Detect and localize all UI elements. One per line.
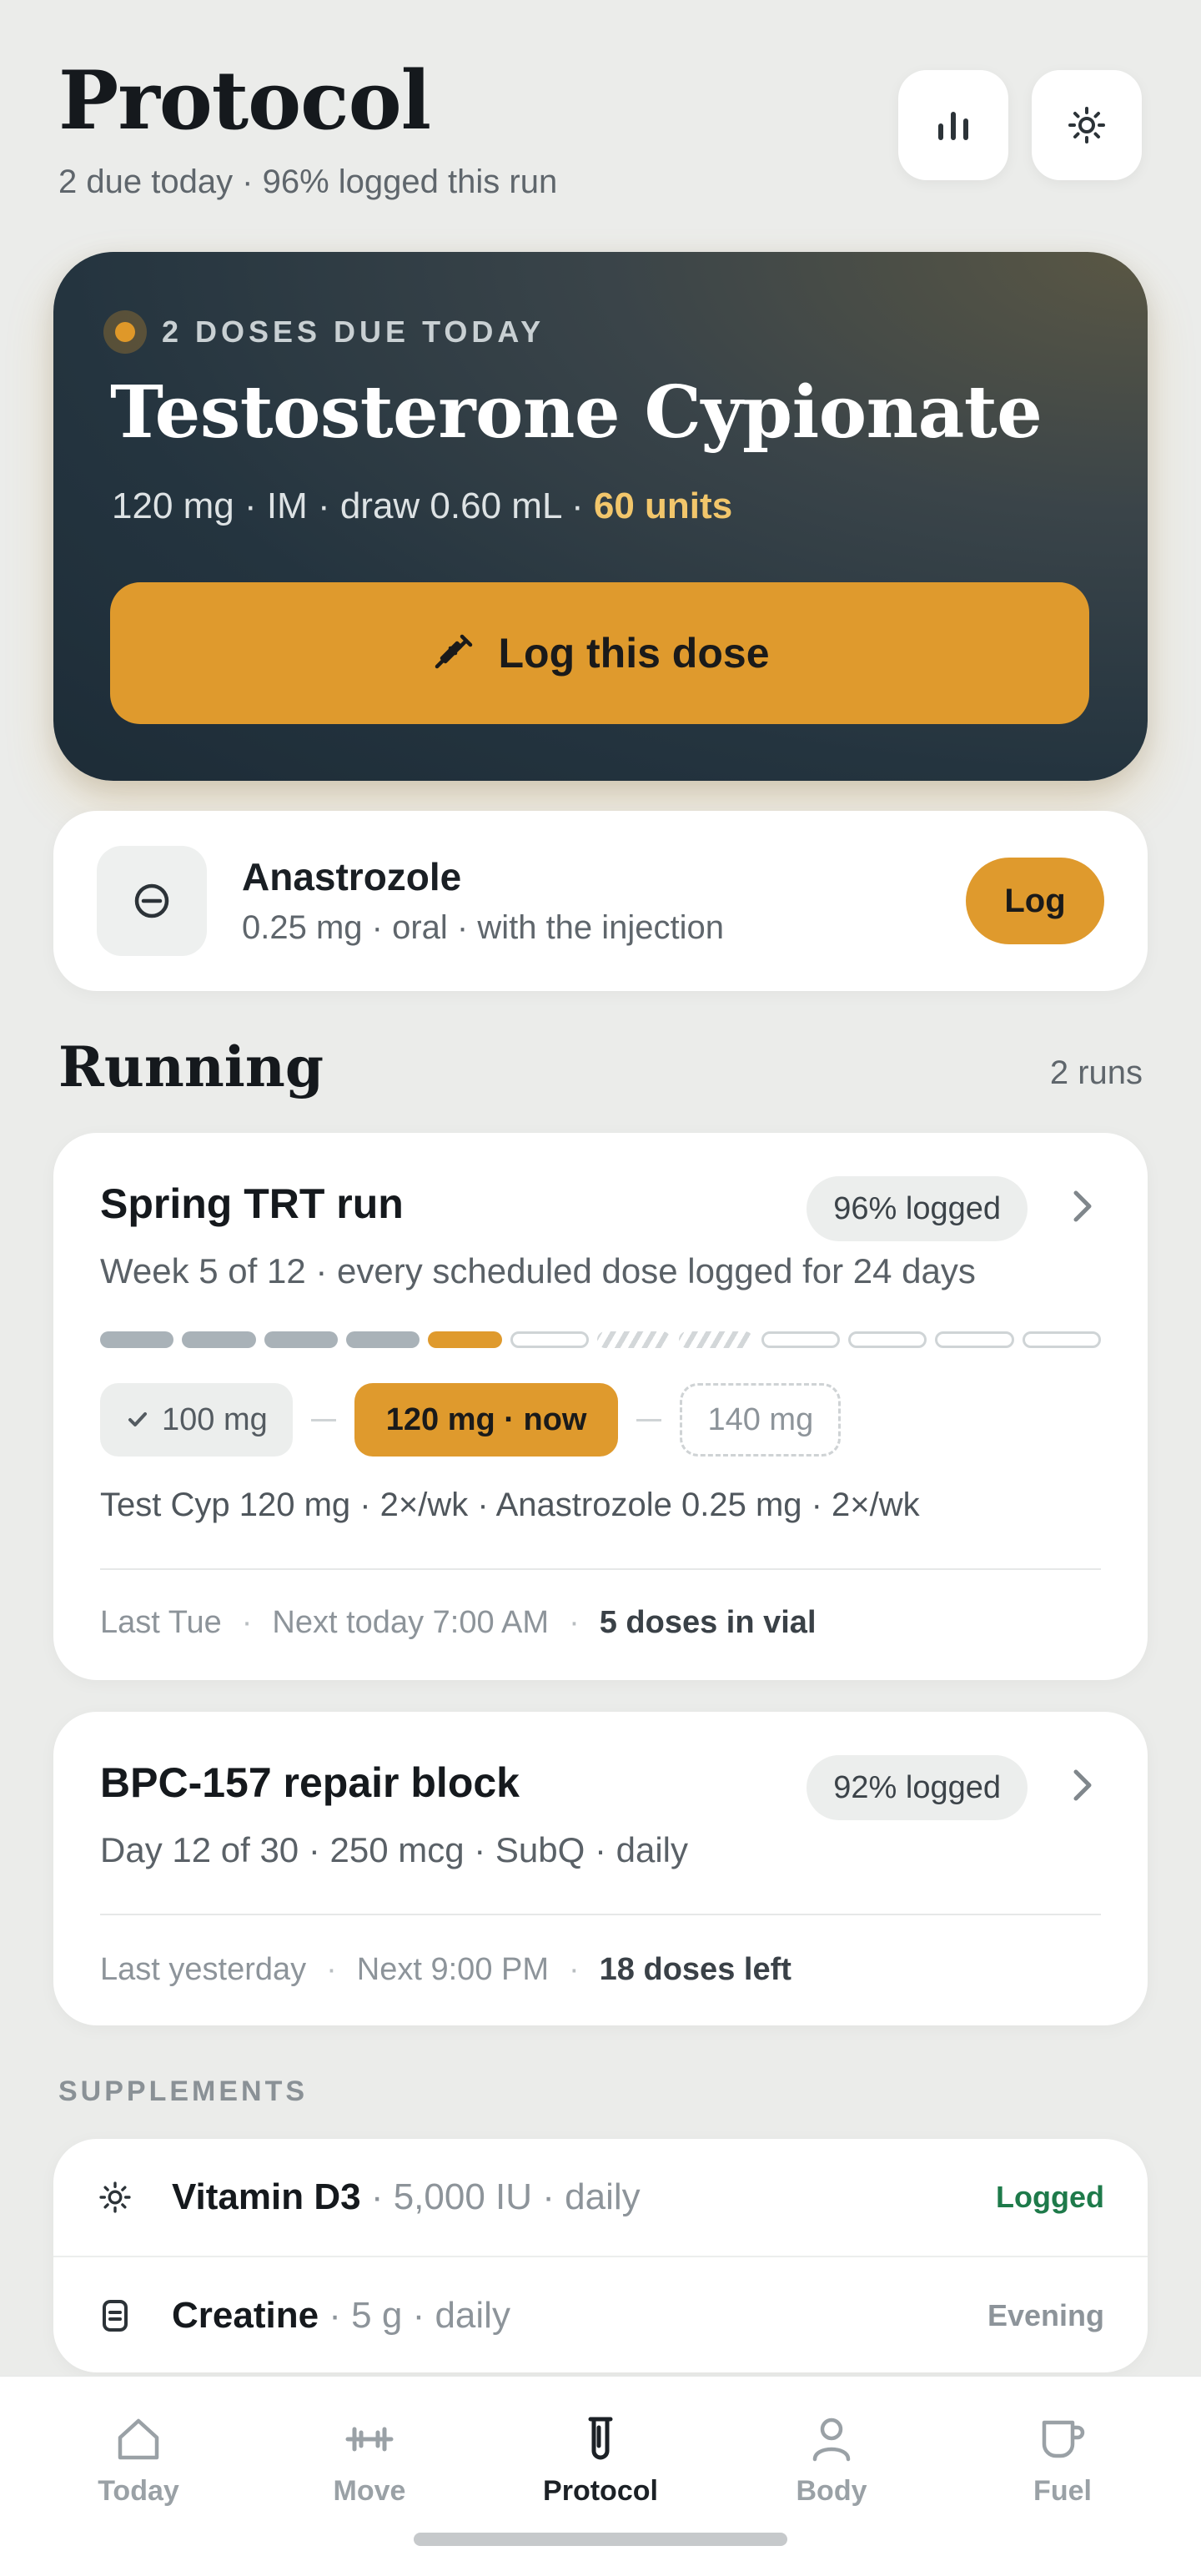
run-subtitle: Week 5 of 12 · every scheduled dose logg…: [100, 1251, 976, 1291]
last-dose: Last yesterday: [100, 1952, 307, 1987]
supplement-detail: · 5 g · daily: [319, 2295, 510, 2336]
supplement-row[interactable]: Creatine · 5 g · daily Evening: [53, 2257, 1148, 2372]
supplement-name: Vitamin D3 · 5,000 IU · daily: [172, 2176, 641, 2218]
next-dose: Next 9:00 PM: [356, 1952, 550, 1987]
doses-remaining: 18 doses left: [599, 1952, 791, 1987]
doses-remaining: 5 doses in vial: [599, 1605, 817, 1640]
pill-icon: [97, 846, 207, 956]
next-dose-chip: 140 mg: [680, 1383, 842, 1457]
sun-icon: [1068, 107, 1105, 143]
previous-dose-chip: 100 mg: [100, 1383, 293, 1457]
run-title: BPC-157 repair block: [100, 1759, 520, 1806]
supplement-status: Logged: [996, 2180, 1104, 2214]
bar-chart-icon: [938, 112, 968, 140]
supplement-title: Vitamin D3: [172, 2176, 361, 2217]
dumbbell-icon: [345, 2427, 394, 2452]
step-connector: [310, 1418, 336, 1421]
page-subtitle: 2 due today · 96% logged this run: [58, 164, 558, 200]
secondary-log-button[interactable]: Log: [966, 858, 1104, 944]
run-footer: Last Tue · Next today 7:00 AM · 5 doses …: [100, 1605, 817, 1640]
divider: [100, 1568, 1101, 1570]
dose-detail-text: 120 mg · IM · draw 0.60 mL ·: [112, 486, 594, 526]
tab-body[interactable]: Body: [748, 2410, 915, 2508]
run-card[interactable]: Spring TRT run 96% logged Week 5 of 12 ·…: [53, 1133, 1148, 1680]
supplement-detail: · 5,000 IU · daily: [360, 2176, 641, 2217]
logged-badge: 92% logged: [807, 1755, 1028, 1820]
dose-units: 60 units: [593, 486, 733, 526]
person-icon: [812, 2418, 851, 2462]
tab-protocol[interactable]: Protocol: [517, 2410, 684, 2508]
chevron-right-icon[interactable]: [1068, 1767, 1098, 1804]
home-icon: [118, 2418, 159, 2460]
week-segment: [596, 1331, 671, 1348]
tab-fuel[interactable]: Fuel: [979, 2410, 1146, 2508]
supplements-section-label: SUPPLEMENTS: [58, 2075, 309, 2107]
check-icon: [128, 1412, 147, 1426]
supplement-status: Evening: [987, 2298, 1104, 2332]
step-connector: [636, 1418, 662, 1421]
tab-label: Today: [98, 2475, 179, 2507]
vial-icon: [588, 2417, 613, 2460]
bottom-tab-bar: Today Move Protocol Body Fuel: [0, 2376, 1201, 2576]
drug-name: Testosterone Cypionate: [110, 370, 1043, 455]
week-segment: [1022, 1331, 1101, 1348]
home-indicator: [414, 2533, 787, 2546]
dose-detail: 120 mg · IM · draw 0.60 mL · 60 units: [112, 486, 732, 527]
due-dose-hero-card: 2 DOSES DUE TODAY Testosterone Cypionate…: [53, 252, 1148, 781]
divider: [100, 1914, 1101, 1915]
previous-dose-label: 100 mg: [162, 1401, 268, 1437]
tab-today[interactable]: Today: [55, 2410, 222, 2508]
week-segment: [761, 1331, 840, 1348]
status-dot-icon: [103, 310, 147, 354]
logged-badge: 96% logged: [807, 1176, 1028, 1241]
tab-label: Move: [333, 2475, 406, 2507]
capsule-icon: [103, 2300, 128, 2332]
next-dose: Next today 7:00 AM: [272, 1605, 550, 1640]
run-subtitle: Day 12 of 30 · 250 mcg · SubQ · daily: [100, 1830, 688, 1869]
week-segment: [847, 1331, 927, 1348]
log-dose-label: Log this dose: [498, 630, 770, 677]
secondary-dose-detail: 0.25 mg · oral · with the injection: [242, 909, 725, 946]
tab-label: Protocol: [543, 2475, 658, 2507]
week-segment: [510, 1331, 589, 1348]
cup-icon: [1042, 2420, 1085, 2458]
supplement-row[interactable]: Vitamin D3 · 5,000 IU · daily Logged: [53, 2139, 1148, 2256]
current-dose-chip: 120 mg · now: [354, 1383, 619, 1457]
week-segment: [182, 1331, 256, 1348]
week-segment: [935, 1331, 1014, 1348]
secondary-dose-name: Anastrozole: [242, 855, 462, 898]
secondary-dose-card[interactable]: Anastrozole 0.25 mg · oral · with the in…: [53, 811, 1148, 991]
sun-icon: [99, 2181, 131, 2213]
week-segment: [428, 1331, 502, 1348]
dose-step-chips: 100 mg 120 mg · now 140 mg: [100, 1383, 842, 1457]
week-segment: [679, 1331, 753, 1348]
tab-move[interactable]: Move: [286, 2410, 453, 2508]
running-section-title: Running: [58, 1034, 324, 1099]
last-dose: Last Tue: [100, 1605, 222, 1640]
theme-toggle-button[interactable]: [1032, 70, 1142, 180]
stats-button[interactable]: [898, 70, 1008, 180]
chevron-right-icon[interactable]: [1068, 1188, 1098, 1225]
run-stack-summary: Test Cyp 120 mg · 2×/wk · Anastrozole 0.…: [100, 1487, 920, 1523]
syringe-icon: [435, 634, 472, 669]
run-card[interactable]: BPC-157 repair block 92% logged Day 12 o…: [53, 1712, 1148, 2025]
supplement-title: Creatine: [172, 2295, 319, 2336]
week-segment: [345, 1331, 420, 1348]
run-title: Spring TRT run: [100, 1180, 404, 1227]
run-footer: Last yesterday · Next 9:00 PM · 18 doses…: [100, 1952, 791, 1987]
log-dose-button[interactable]: Log this dose: [110, 582, 1089, 724]
tab-label: Body: [796, 2475, 867, 2507]
tab-label: Fuel: [1033, 2475, 1092, 2507]
page-header: Protocol 2 due today · 96% logged this r…: [58, 53, 1143, 220]
due-tag: 2 DOSES DUE TODAY: [103, 310, 545, 354]
supplement-name: Creatine · 5 g · daily: [172, 2295, 510, 2337]
due-tag-label: 2 DOSES DUE TODAY: [162, 314, 545, 349]
running-count: 2 runs: [1049, 1054, 1143, 1091]
week-progress-track: [100, 1331, 1101, 1350]
week-segment: [264, 1331, 338, 1348]
supplements-list: Vitamin D3 · 5,000 IU · daily Logged Cre…: [53, 2139, 1148, 2372]
week-segment: [100, 1331, 174, 1348]
